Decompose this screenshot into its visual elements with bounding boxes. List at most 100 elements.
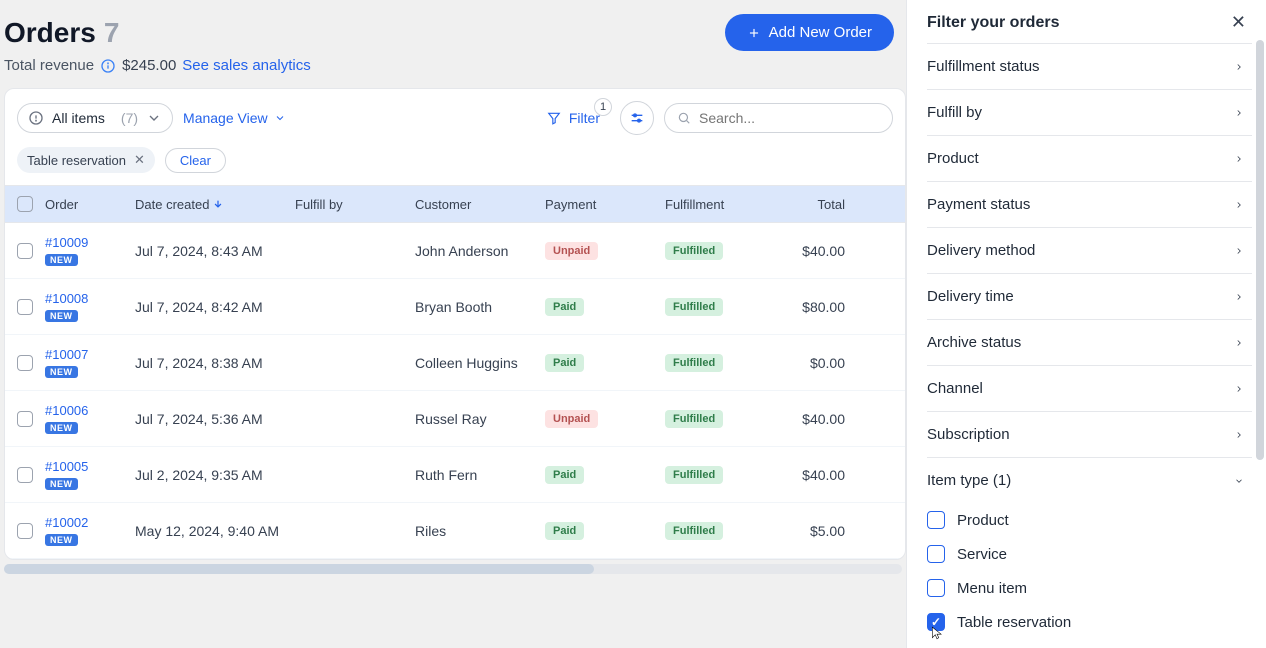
sliders-icon	[629, 110, 645, 126]
search-wrapper[interactable]	[664, 103, 893, 133]
fulfillment-badge: Fulfilled	[665, 522, 723, 540]
order-id-link[interactable]: #10007	[45, 347, 135, 362]
filter-panel-body: Fulfillment statusFulfill byProductPayme…	[907, 43, 1266, 648]
cell-total: $40.00	[785, 411, 845, 427]
cell-customer: Bryan Booth	[415, 299, 545, 315]
cell-customer: John Anderson	[415, 243, 545, 259]
table-body: #10009 NEW Jul 7, 2024, 8:43 AM John And…	[5, 223, 905, 559]
table-row[interactable]: #10007 NEW Jul 7, 2024, 8:38 AM Colleen …	[5, 335, 905, 391]
col-date-created[interactable]: Date created	[135, 197, 295, 212]
chevron-right-icon	[1234, 108, 1244, 118]
fulfillment-badge: Fulfilled	[665, 354, 723, 372]
cell-customer: Ruth Fern	[415, 467, 545, 483]
cell-date: May 12, 2024, 9:40 AM	[135, 523, 295, 539]
order-id-link[interactable]: #10002	[45, 515, 135, 530]
clear-filters-button[interactable]: Clear	[165, 148, 226, 173]
chevron-right-icon	[1234, 292, 1244, 302]
close-panel-button[interactable]: ✕	[1231, 12, 1246, 33]
payment-badge: Paid	[545, 354, 584, 372]
horizontal-scrollbar[interactable]	[4, 564, 902, 574]
select-all-checkbox[interactable]	[17, 196, 33, 212]
filter-panel-title: Filter your orders	[927, 14, 1059, 32]
filter-section-item-type-[interactable]: Item type (1)	[927, 457, 1252, 503]
manage-view-link[interactable]: Manage View	[183, 110, 286, 126]
filter-section-delivery-time[interactable]: Delivery time	[927, 273, 1252, 319]
payment-badge: Unpaid	[545, 242, 598, 260]
col-fulfillment[interactable]: Fulfillment	[665, 197, 785, 212]
filter-side-panel: Filter your orders ✕ Fulfillment statusF…	[906, 0, 1266, 648]
filter-section-delivery-method[interactable]: Delivery method	[927, 227, 1252, 273]
col-payment[interactable]: Payment	[545, 197, 665, 212]
chip-remove-icon[interactable]: ✕	[134, 152, 145, 168]
scrollbar-thumb[interactable]	[4, 564, 594, 574]
checkbox[interactable]	[927, 613, 945, 631]
checkbox[interactable]	[927, 545, 945, 563]
filter-section-subscription[interactable]: Subscription	[927, 411, 1252, 457]
filter-count-badge: 1	[594, 98, 612, 116]
filter-section-payment-status[interactable]: Payment status	[927, 181, 1252, 227]
row-checkbox[interactable]	[17, 523, 33, 539]
card-toolbar: All items (7) Manage View Filter 1	[5, 89, 905, 147]
table-row[interactable]: #10009 NEW Jul 7, 2024, 8:43 AM John And…	[5, 223, 905, 279]
fulfillment-badge: Fulfilled	[665, 466, 723, 484]
table-row[interactable]: #10006 NEW Jul 7, 2024, 5:36 AM Russel R…	[5, 391, 905, 447]
checkbox[interactable]	[927, 579, 945, 597]
filter-section-fulfill-by[interactable]: Fulfill by	[927, 89, 1252, 135]
panel-scrollbar[interactable]	[1256, 40, 1264, 630]
order-id-link[interactable]: #10008	[45, 291, 135, 306]
orders-main-area: Orders 7 Add New Order Total revenue $24…	[0, 0, 906, 648]
filter-option-product[interactable]: Product	[927, 503, 1252, 537]
col-customer[interactable]: Customer	[415, 197, 545, 212]
chevron-right-icon	[1234, 200, 1244, 210]
filter-option-service[interactable]: Service	[927, 537, 1252, 571]
add-new-order-button[interactable]: Add New Order	[725, 14, 894, 51]
filter-option-table-reservation[interactable]: Table reservation	[927, 605, 1252, 639]
filter-section-fulfillment-status[interactable]: Fulfillment status	[927, 43, 1252, 89]
adjust-columns-button[interactable]	[620, 101, 654, 135]
checkbox[interactable]	[927, 511, 945, 529]
table-header: Order Date created Fulfill by Customer P…	[5, 185, 905, 223]
sales-analytics-link[interactable]: See sales analytics	[182, 57, 310, 74]
table-row[interactable]: #10002 NEW May 12, 2024, 9:40 AM Riles P…	[5, 503, 905, 559]
order-id-link[interactable]: #10005	[45, 459, 135, 474]
page-header: Orders 7 Add New Order	[0, 0, 906, 51]
filter-button[interactable]: Filter 1	[537, 104, 610, 132]
cell-total: $80.00	[785, 299, 845, 315]
cell-date: Jul 2, 2024, 9:35 AM	[135, 467, 295, 483]
cell-date: Jul 7, 2024, 8:42 AM	[135, 299, 295, 315]
info-icon[interactable]	[100, 58, 116, 74]
revenue-amount: $245.00	[122, 57, 176, 74]
filter-section-channel[interactable]: Channel	[927, 365, 1252, 411]
new-badge: NEW	[45, 534, 78, 546]
cell-customer: Riles	[415, 523, 545, 539]
order-id-link[interactable]: #10009	[45, 235, 135, 250]
orders-card: All items (7) Manage View Filter 1	[4, 88, 906, 560]
panel-scroll-thumb[interactable]	[1256, 40, 1264, 460]
table-row[interactable]: #10005 NEW Jul 2, 2024, 9:35 AM Ruth Fer…	[5, 447, 905, 503]
filter-section-archive-status[interactable]: Archive status	[927, 319, 1252, 365]
payment-badge: Unpaid	[545, 410, 598, 428]
view-selector[interactable]: All items (7)	[17, 103, 173, 133]
col-order[interactable]: Order	[45, 197, 135, 212]
filter-option-menu-item[interactable]: Menu item	[927, 571, 1252, 605]
payment-badge: Paid	[545, 466, 584, 484]
revenue-row: Total revenue $245.00 See sales analytic…	[0, 51, 906, 88]
row-checkbox[interactable]	[17, 467, 33, 483]
chevron-right-icon	[1234, 430, 1244, 440]
row-checkbox[interactable]	[17, 355, 33, 371]
filter-section-product[interactable]: Product	[927, 135, 1252, 181]
new-badge: NEW	[45, 254, 78, 266]
row-checkbox[interactable]	[17, 411, 33, 427]
row-checkbox[interactable]	[17, 243, 33, 259]
cell-total: $0.00	[785, 355, 845, 371]
filter-chip-table-reservation[interactable]: Table reservation ✕	[17, 147, 155, 173]
col-fulfill-by[interactable]: Fulfill by	[295, 197, 415, 212]
col-total[interactable]: Total	[785, 197, 845, 212]
table-row[interactable]: #10008 NEW Jul 7, 2024, 8:42 AM Bryan Bo…	[5, 279, 905, 335]
order-id-link[interactable]: #10006	[45, 403, 135, 418]
chevron-right-icon	[1234, 154, 1244, 164]
revenue-label: Total revenue	[4, 57, 94, 74]
search-input[interactable]	[699, 110, 880, 126]
payment-badge: Paid	[545, 522, 584, 540]
row-checkbox[interactable]	[17, 299, 33, 315]
